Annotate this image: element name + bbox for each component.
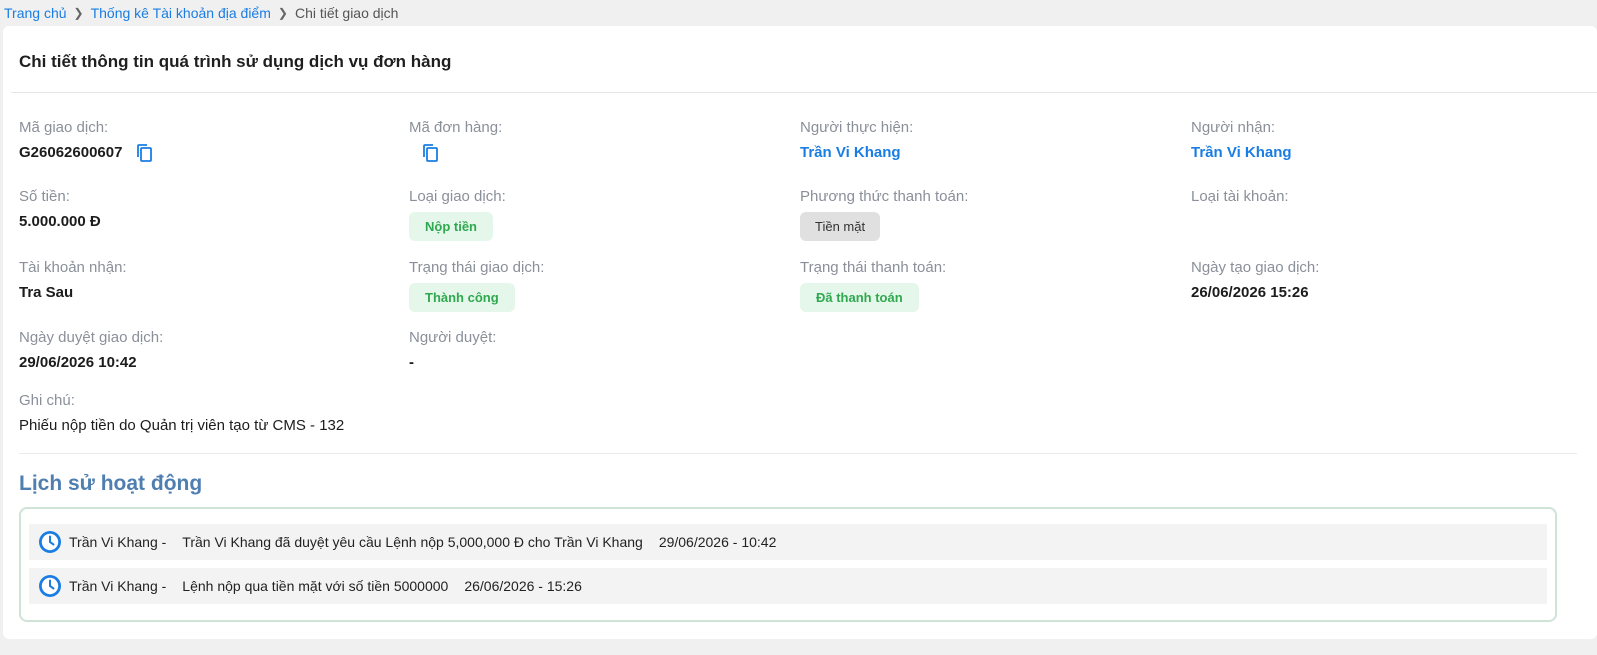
history-title: Lịch sử hoạt động bbox=[19, 472, 203, 495]
payment-status-label: Trạng thái thanh toán: bbox=[800, 259, 947, 276]
copy-icon[interactable] bbox=[136, 143, 154, 163]
history-message: Lệnh nộp qua tiền mặt với số tiền 500000… bbox=[182, 578, 449, 594]
divider bbox=[11, 92, 1597, 93]
field-approver: Người duyệt: - bbox=[409, 329, 496, 373]
approved-date-label: Ngày duyệt giao dịch: bbox=[19, 329, 164, 346]
history-time: 29/06/2026 - 10:42 bbox=[658, 534, 777, 550]
chevron-right-icon: ❯ bbox=[73, 6, 84, 20]
history-list: Trần Vi Khang - Trần Vi Khang đã duyệt y… bbox=[19, 507, 1557, 622]
transaction-type-badge: Nộp tiền bbox=[409, 212, 493, 241]
amount-label: Số tiền: bbox=[19, 188, 70, 205]
history-actor: Trần Vi Khang - bbox=[69, 578, 167, 594]
history-time: 26/06/2026 - 15:26 bbox=[464, 578, 582, 594]
clock-icon bbox=[38, 574, 62, 598]
payment-method-badge: Tiền mặt bbox=[800, 212, 881, 241]
field-account-type: Loại tài khoản: bbox=[1191, 188, 1289, 212]
account-type-label: Loại tài khoản: bbox=[1191, 188, 1289, 205]
amount-value: 5.000.000 Đ bbox=[19, 213, 101, 230]
transaction-status-label: Trạng thái giao dịch: bbox=[409, 259, 545, 276]
approver-value: - bbox=[409, 354, 414, 371]
field-transaction-type: Loại giao dịch: Nộp tiền bbox=[409, 188, 506, 241]
breadcrumb: Trang chủ ❯ Thống kê Tài khoản địa điểm … bbox=[4, 4, 398, 22]
note-label: Ghi chú: bbox=[19, 392, 75, 409]
history-actor: Trần Vi Khang - bbox=[69, 534, 167, 550]
note-value: Phiếu nộp tiền do Quản trị viên tạo từ C… bbox=[19, 417, 345, 434]
field-amount: Số tiền: 5.000.000 Đ bbox=[19, 188, 101, 232]
field-transaction-status: Trạng thái giao dịch: Thành công bbox=[409, 259, 544, 312]
performer-label: Người thực hiện: bbox=[800, 119, 914, 136]
transaction-id-value: G26062600607 bbox=[19, 144, 123, 161]
breadcrumb-stats-link[interactable]: Thống kê Tài khoản địa điểm bbox=[91, 5, 271, 21]
receiver-label: Người nhận: bbox=[1191, 119, 1276, 136]
history-message: Trần Vi Khang đã duyệt yêu cầu Lệnh nộp … bbox=[182, 534, 643, 550]
field-payment-method: Phương thức thanh toán: Tiền mặt bbox=[800, 188, 968, 241]
card-title: Chi tiết thông tin quá trình sử dụng dịc… bbox=[19, 52, 452, 71]
field-payment-status: Trạng thái thanh toán: Đã thanh toán bbox=[800, 259, 946, 312]
created-date-label: Ngày tạo giao dịch: bbox=[1191, 259, 1320, 276]
transaction-detail-card: Chi tiết thông tin quá trình sử dụng dịc… bbox=[3, 26, 1597, 639]
divider bbox=[19, 453, 1577, 454]
clock-icon bbox=[38, 530, 62, 554]
field-approved-date: Ngày duyệt giao dịch: 29/06/2026 10:42 bbox=[19, 329, 163, 373]
breadcrumb-home-link[interactable]: Trang chủ bbox=[4, 5, 67, 21]
field-receiving-account: Tài khoản nhận: Tra Sau bbox=[19, 259, 127, 303]
history-item: Trần Vi Khang - Lệnh nộp qua tiền mặt vớ… bbox=[29, 568, 1547, 604]
approved-date-value: 29/06/2026 10:42 bbox=[19, 354, 137, 371]
breadcrumb-current: Chi tiết giao dịch bbox=[294, 5, 399, 21]
payment-method-label: Phương thức thanh toán: bbox=[800, 188, 969, 205]
transaction-type-label: Loại giao dịch: bbox=[409, 188, 506, 205]
field-created-date: Ngày tạo giao dịch: 26/06/2026 15:26 bbox=[1191, 259, 1319, 303]
approver-label: Người duyệt: bbox=[409, 329, 497, 346]
performer-link[interactable]: Trần Vi Khang bbox=[800, 143, 913, 163]
payment-status-badge: Đã thanh toán bbox=[800, 283, 919, 312]
field-transaction-id: Mã giao dịch: G26062600607 bbox=[19, 119, 154, 163]
transaction-status-badge: Thành công bbox=[409, 283, 515, 312]
field-receiver: Người nhận: Trần Vi Khang bbox=[1191, 119, 1292, 163]
receiving-account-label: Tài khoản nhận: bbox=[19, 259, 127, 276]
transaction-id-label: Mã giao dịch: bbox=[19, 119, 109, 136]
field-performer: Người thực hiện: Trần Vi Khang bbox=[800, 119, 913, 163]
receiver-link[interactable]: Trần Vi Khang bbox=[1191, 143, 1292, 163]
receiving-account-value: Tra Sau bbox=[19, 284, 74, 301]
order-id-label: Mã đơn hàng: bbox=[409, 119, 503, 136]
copy-icon[interactable] bbox=[422, 143, 440, 163]
field-order-id: Mã đơn hàng: bbox=[409, 119, 502, 163]
created-date-value: 26/06/2026 15:26 bbox=[1191, 284, 1309, 301]
history-item: Trần Vi Khang - Trần Vi Khang đã duyệt y… bbox=[29, 524, 1547, 560]
field-note: Ghi chú: Phiếu nộp tiền do Quản trị viên… bbox=[19, 392, 344, 436]
chevron-right-icon: ❯ bbox=[277, 6, 288, 20]
